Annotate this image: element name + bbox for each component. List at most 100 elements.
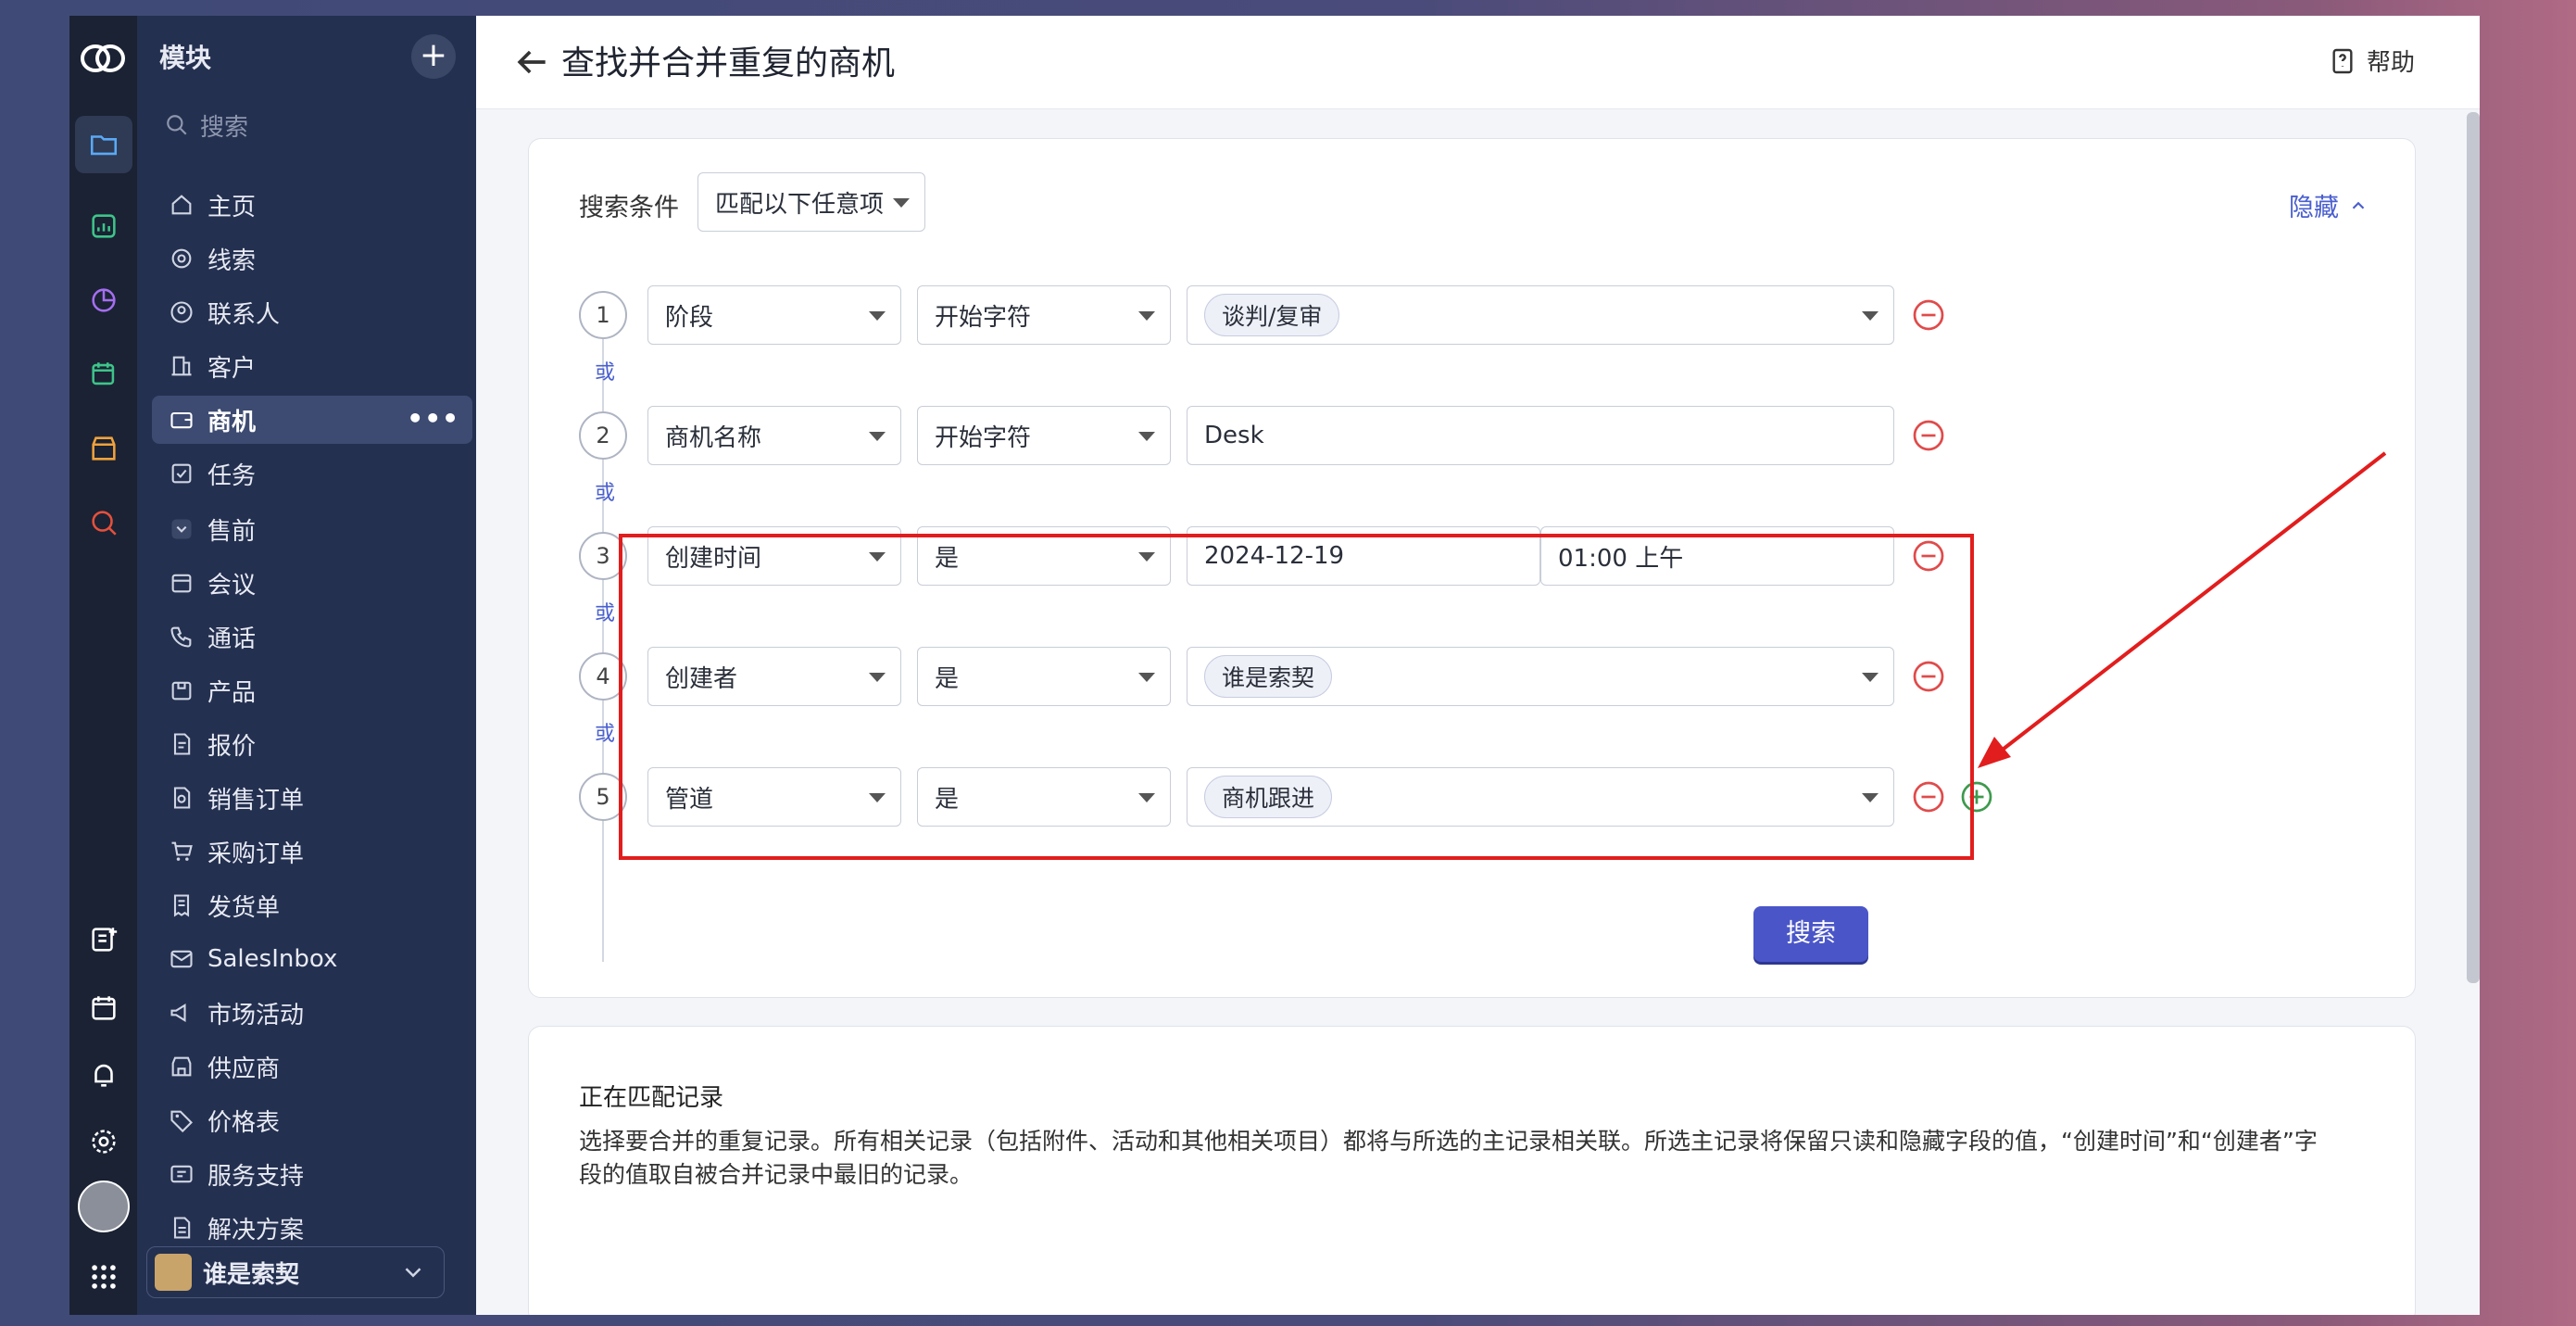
sidebar-item-label: 会议 xyxy=(207,571,257,600)
mail-icon xyxy=(170,950,193,968)
sidebar-item-label: 供应商 xyxy=(207,1054,281,1083)
sidebar-item-tasks[interactable]: 任务 xyxy=(152,449,472,498)
org-switcher[interactable]: 谁是索契 xyxy=(146,1246,445,1298)
calendar-edit-icon[interactable] xyxy=(75,346,132,403)
analytics-icon[interactable] xyxy=(75,197,132,255)
remove-criteria-icon[interactable] xyxy=(1912,780,1945,814)
criteria-field-value: 创建时间 xyxy=(665,544,762,573)
target-icon xyxy=(171,248,192,269)
criteria-field-select[interactable]: 管道 xyxy=(647,767,901,827)
criteria-operator-select[interactable]: 开始字符 xyxy=(917,285,1171,345)
sidebar-search-placeholder: 搜索 xyxy=(200,113,249,142)
pie-chart-icon[interactable] xyxy=(75,272,132,329)
user-avatar[interactable] xyxy=(75,1178,132,1235)
caret-down-icon xyxy=(1862,673,1879,682)
criteria-operator-select[interactable]: 是 xyxy=(917,767,1171,827)
sidebar-item-calls[interactable]: 通话 xyxy=(152,612,472,661)
vertical-scrollbar[interactable] xyxy=(2467,112,2480,983)
calendar-icon xyxy=(171,574,192,593)
sidebar-item-label: 价格表 xyxy=(207,1108,281,1137)
sidebar-item-solutions[interactable]: 解决方案 xyxy=(152,1204,472,1252)
sidebar-item-sales-orders[interactable]: 销售订单 xyxy=(152,774,472,822)
criteria-value-select[interactable]: 谁是索契 xyxy=(1187,647,1894,706)
sidebar-search[interactable]: 搜索 xyxy=(165,105,248,145)
sidebar-item-accounts[interactable]: 客户 xyxy=(152,342,472,390)
search-analytics-icon[interactable] xyxy=(75,494,132,551)
criteria-field-value: 阶段 xyxy=(665,303,714,332)
caret-down-icon xyxy=(1862,311,1879,321)
criteria-field-value: 创建者 xyxy=(665,664,738,693)
matching-records-title: 正在匹配记录 xyxy=(579,1084,724,1112)
settings-gear-icon[interactable] xyxy=(75,1113,132,1170)
more-options-icon[interactable]: ••• xyxy=(407,403,459,434)
chevron-up-icon xyxy=(2352,201,2365,209)
sidebar-item-cases[interactable]: 服务支持 xyxy=(152,1150,472,1198)
sidebar-item-meetings[interactable]: 会议 xyxy=(152,559,472,607)
date-input[interactable]: 2024-12-19 xyxy=(1187,526,1540,586)
criteria-field-select[interactable]: 创建者 xyxy=(647,647,901,706)
criteria-value-input[interactable]: Desk xyxy=(1187,406,1894,465)
sidebar-item-deals[interactable]: 商机 ••• xyxy=(152,396,472,444)
help-label: 帮助 xyxy=(2366,49,2415,77)
back-arrow-icon[interactable] xyxy=(511,42,552,82)
sidebar-item-vendors[interactable]: 供应商 xyxy=(152,1042,472,1091)
app-logo-icon[interactable] xyxy=(79,34,127,82)
sidebar-item-quotes[interactable]: 报价 xyxy=(152,720,472,768)
sidebar-item-label: 销售订单 xyxy=(207,786,305,815)
criteria-field-select[interactable]: 创建时间 xyxy=(647,526,901,586)
sidebar-item-contacts[interactable]: 联系人 xyxy=(152,288,472,336)
sidebar-item-presales[interactable]: 售前 xyxy=(152,505,472,553)
caret-down-icon xyxy=(869,793,886,802)
sidebar-item-invoices[interactable]: 发货单 xyxy=(152,881,472,929)
phone-icon xyxy=(170,626,192,648)
remove-criteria-icon[interactable] xyxy=(1912,419,1945,452)
caret-down-icon xyxy=(1862,793,1879,802)
caret-down-icon xyxy=(893,198,910,208)
caret-down-icon xyxy=(1138,673,1155,682)
sidebar-item-products[interactable]: 产品 xyxy=(152,666,472,714)
time-value: 01:00 上午 xyxy=(1558,544,1684,573)
remove-criteria-icon[interactable] xyxy=(1912,298,1945,332)
criteria-operator-select[interactable]: 是 xyxy=(917,647,1171,706)
icon-rail xyxy=(69,16,137,1315)
remove-criteria-icon[interactable] xyxy=(1912,539,1945,573)
sidebar-item-leads[interactable]: 线索 xyxy=(152,234,472,283)
bell-icon[interactable] xyxy=(75,1046,132,1104)
criteria-number: 2 xyxy=(579,411,627,460)
sidebar-item-label: 商机 xyxy=(207,408,257,436)
criteria-value-select[interactable]: 谈判/复审 xyxy=(1187,285,1894,345)
criteria-operator-select[interactable]: 开始字符 xyxy=(917,406,1171,465)
criteria-operator-value: 开始字符 xyxy=(935,423,1032,452)
caret-down-icon xyxy=(1138,793,1155,802)
criteria-field-select[interactable]: 商机名称 xyxy=(647,406,901,465)
criteria-value-select[interactable]: 商机跟进 xyxy=(1187,767,1894,827)
value-chip: 商机跟进 xyxy=(1204,776,1333,818)
sidebar-item-price-books[interactable]: 价格表 xyxy=(152,1096,472,1144)
sidebar-item-home[interactable]: 主页 xyxy=(152,181,472,229)
sidebar-item-salesinbox[interactable]: SalesInbox xyxy=(152,935,472,983)
note-add-icon[interactable] xyxy=(75,911,132,968)
time-input[interactable]: 01:00 上午 xyxy=(1540,526,1894,586)
sidebar-item-purchase-orders[interactable]: 采购订单 xyxy=(152,827,472,876)
sidebar-item-campaigns[interactable]: 市场活动 xyxy=(152,989,472,1037)
criteria-field-select[interactable]: 阶段 xyxy=(647,285,901,345)
sidebar-item-label: 通话 xyxy=(207,625,257,653)
search-button[interactable]: 搜索 xyxy=(1753,906,1868,962)
apps-grid-icon[interactable] xyxy=(75,1248,132,1306)
add-criteria-icon[interactable] xyxy=(1960,780,1993,814)
help-button[interactable]: 帮助 xyxy=(2328,44,2415,78)
or-connector-label: 或 xyxy=(595,482,616,505)
match-mode-value: 匹配以下任意项 xyxy=(715,190,885,219)
add-module-button[interactable]: + xyxy=(411,34,456,79)
cart-icon xyxy=(171,841,193,861)
remove-criteria-icon[interactable] xyxy=(1912,660,1945,693)
solution-icon xyxy=(173,1217,191,1239)
store-icon[interactable] xyxy=(75,420,132,477)
sidebar-item-label: 服务支持 xyxy=(207,1162,305,1191)
folder-icon[interactable] xyxy=(75,116,132,173)
criteria-operator-select[interactable]: 是 xyxy=(917,526,1171,586)
criteria-operator-value: 是 xyxy=(935,664,960,693)
calendar-icon[interactable] xyxy=(75,979,132,1037)
hide-criteria-toggle[interactable]: 隐藏 xyxy=(2289,187,2369,223)
match-mode-select[interactable]: 匹配以下任意项 xyxy=(697,172,925,232)
